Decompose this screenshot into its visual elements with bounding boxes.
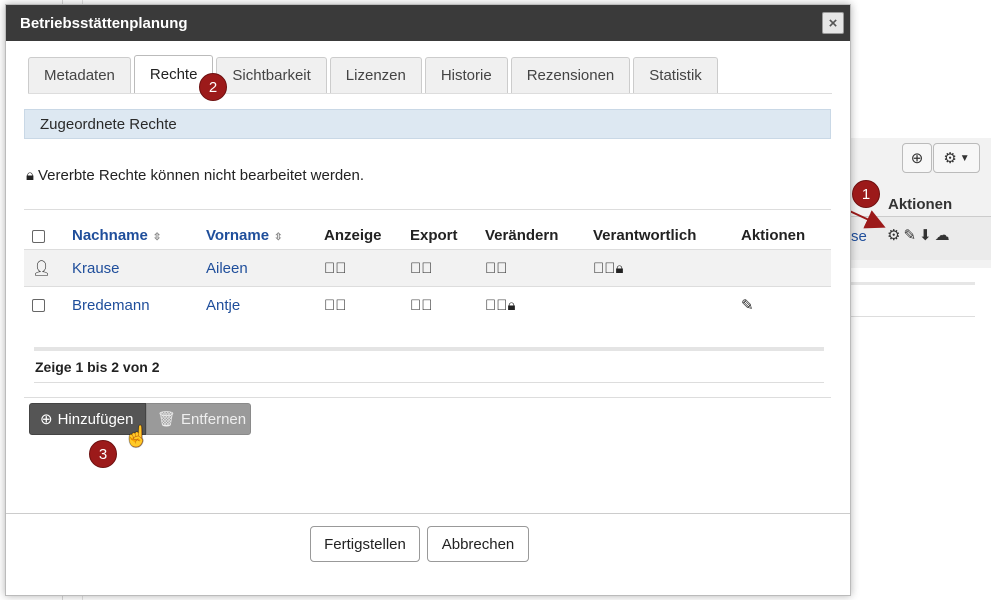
vorname-link[interactable]: Aileen [206,260,248,277]
cell-vorname[interactable]: Antje [206,286,324,324]
cell-anzeige: ✓⃝ [324,249,410,287]
cell-anzeige: ✓⃝ [324,286,410,324]
close-icon: × [828,14,838,32]
pager-divider [34,347,824,351]
sort-vorname-link[interactable]: Vorname [206,227,269,244]
row-select-cell [24,286,72,324]
rights-table: Nachname ⇳ Vorname ⇳ Anzeige Export Veränd… [24,209,831,324]
lock-icon: 🔒︎ [615,259,624,277]
column-vorname[interactable]: Vorname ⇳ [206,209,324,250]
tab-sichtbarkeit[interactable]: Sichtbarkeit [216,57,327,93]
row-checkbox[interactable] [32,299,45,313]
nachname-link[interactable]: Bredemann [72,297,150,314]
dialog-title: Betriebsstättenplanung [20,14,188,32]
lock-icon: 🔒︎ [507,296,516,314]
pager-info: Zeige 1 bis 2 von 2 [35,359,160,375]
tab-lizenzen[interactable]: Lizenzen [329,57,422,93]
inherited-rights-notice: 🔒︎ Vererbte Rechte können nicht bearbeit… [26,167,364,184]
check-circle-icon: ✓⃝ [485,296,508,314]
pencil-icon[interactable]: ✎ [741,296,754,314]
annotation-badge-2: 2 [199,73,227,101]
check-circle-icon: ✓⃝ [410,296,433,314]
section-header: Zugeordnete Rechte [24,109,831,139]
annotation-badge-1: 1 [852,180,880,208]
user-icon: 👤︎ [32,260,52,277]
footer-divider [6,513,850,514]
cell-export: ✓⃝ [410,286,485,324]
pager-divider [34,382,824,383]
check-circle-icon: ✓⃝ [324,296,347,314]
row-type-cell: 👤︎ [24,249,72,287]
cancel-button[interactable]: Abbrechen [427,526,529,562]
add-button-label: Hinzufügen [57,410,134,428]
cell-aktionen [741,249,831,287]
cell-veraendern: ✓⃝ [485,249,593,287]
column-veraendern: Verändern [485,209,593,250]
cell-export: ✓⃝ [410,249,485,287]
finish-button[interactable]: Fertigstellen [310,526,420,562]
annotation-badge-3: 3 [89,440,117,468]
table-row: Bredemann Antje ✓⃝ ✓⃝ ✓⃝🔒︎ ✎ [24,286,831,324]
close-button[interactable]: × [822,12,844,34]
cell-vorname[interactable]: Aileen [206,249,324,287]
cell-nachname[interactable]: Krause [72,249,206,287]
trash-icon: 🗑︎ [157,411,177,428]
column-export: Export [410,209,485,250]
check-circle-icon: ✓⃝ [485,259,508,277]
cell-aktionen: ✎ [741,286,831,324]
column-aktionen: Aktionen [741,209,831,250]
tab-rezensionen[interactable]: Rezensionen [510,57,631,93]
cell-verantwortlich: ✓⃝🔒︎ [593,249,741,287]
lock-icon: 🔒︎ [26,167,34,184]
hand-cursor-icon: ☝ [124,426,149,448]
tab-bar-divider [28,93,832,94]
table-header-row: Nachname ⇳ Vorname ⇳ Anzeige Export Veränd… [24,209,831,250]
dialog-header: Betriebsstättenplanung × [6,5,850,41]
cell-verantwortlich [593,286,741,324]
select-all-cell [24,209,72,250]
sort-icon: ⇳ [274,232,283,243]
rights-dialog: Betriebsstättenplanung × Metadaten Recht… [5,4,851,596]
column-anzeige: Anzeige [324,209,410,250]
cell-nachname[interactable]: Bredemann [72,286,206,324]
sort-icon: ⇳ [152,232,162,243]
check-circle-icon: ✓⃝ [410,259,433,277]
select-all-checkbox[interactable] [32,229,45,243]
column-verantwortlich: Verantwortlich [593,209,741,250]
vorname-link[interactable]: Antje [206,297,240,314]
button-row-divider [24,397,831,398]
remove-button-label: Entfernen [181,410,247,428]
notice-text: Vererbte Rechte können nicht bearbeitet … [37,167,365,184]
table-row: 👤︎ Krause Aileen ✓⃝ ✓⃝ ✓⃝ ✓⃝🔒︎ [24,249,831,287]
tab-statistik[interactable]: Statistik [633,57,718,93]
nachname-link[interactable]: Krause [72,260,120,277]
sort-nachname-link[interactable]: Nachname [72,227,148,244]
tab-metadaten[interactable]: Metadaten [28,57,131,93]
tab-historie[interactable]: Historie [424,57,508,93]
check-circle-icon: ✓⃝ [593,259,616,277]
tab-bar: Metadaten Rechte Sichtbarkeit Lizenzen H… [28,55,718,93]
check-circle-icon: ✓⃝ [324,259,347,277]
plus-circle-icon: ⊕ [40,411,53,428]
column-nachname[interactable]: Nachname ⇳ [72,209,206,250]
remove-button[interactable]: 🗑︎ Entfernen [146,403,251,435]
cell-veraendern: ✓⃝🔒︎ [485,286,593,324]
